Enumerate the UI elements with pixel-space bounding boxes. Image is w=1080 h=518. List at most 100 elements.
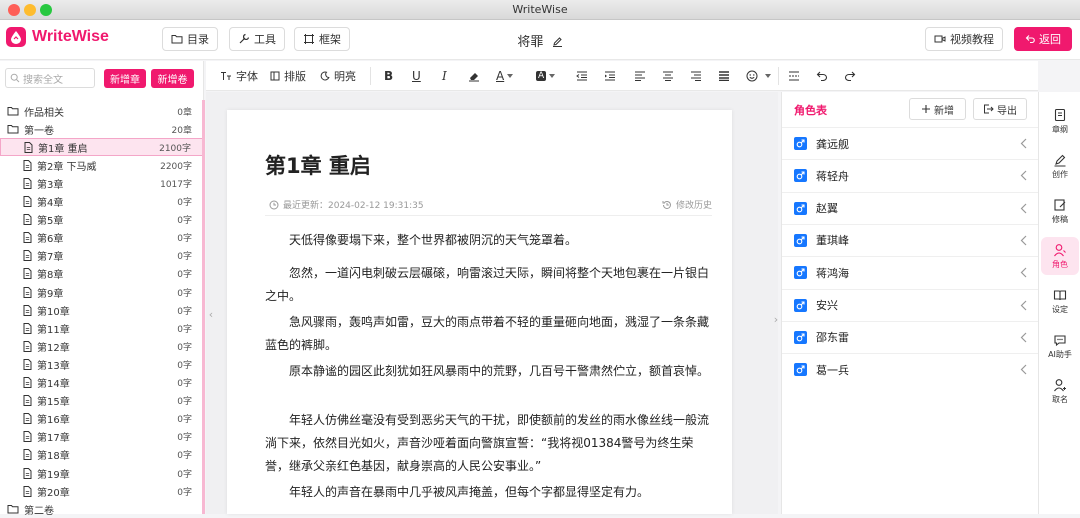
undo-button[interactable] — [816, 67, 832, 85]
character-row[interactable]: 赵翼 — [782, 191, 1039, 224]
outdent-button[interactable] — [576, 67, 592, 85]
character-name: 邵东雷 — [816, 331, 849, 345]
text-color-button[interactable]: A — [496, 67, 517, 85]
character-row[interactable]: 蒋鸿海 — [782, 256, 1039, 288]
eraser-button[interactable] — [468, 67, 484, 85]
document-icon — [23, 485, 32, 497]
rail-settings[interactable]: 设定 — [1041, 282, 1079, 320]
export-button[interactable]: 导出 — [973, 98, 1027, 120]
chapter-paragraph[interactable]: 年轻人的声音在暴雨中几乎被风声掩盖，但每个字都显得坚定有力。 — [265, 481, 711, 504]
chapter-row[interactable]: 第18章 0字 — [0, 446, 204, 464]
chapter-row[interactable]: 第4章 0字 — [0, 193, 204, 211]
chapter-paragraph[interactable]: 天低得像要塌下来，整个世界都被阴沉的天气笼罩着。 — [265, 229, 711, 252]
revision-history-button[interactable]: 修改历史 — [662, 198, 712, 211]
folder-row[interactable]: 作品相关 0章 — [0, 102, 204, 120]
add-chapter-button[interactable]: 新增章 — [104, 69, 146, 88]
character-row[interactable]: 葛一兵 — [782, 353, 1039, 385]
character-row[interactable]: 董琪峰 — [782, 223, 1039, 256]
back-button[interactable]: 返回 — [1014, 27, 1072, 51]
folder-row[interactable]: 第一卷 20章 — [0, 120, 204, 138]
divider-insert-button[interactable] — [788, 67, 804, 85]
chapter-row[interactable]: 第17章 0字 — [0, 428, 204, 446]
brightness-button[interactable]: 明亮 — [320, 67, 356, 85]
character-row[interactable]: 蒋轻舟 — [782, 159, 1039, 191]
chapter-title[interactable]: 第1章 重启 — [265, 150, 371, 180]
chapter-paragraph[interactable]: 年轻人仿佛丝毫没有受到恶劣天气的干扰，即使额前的发丝的雨水像丝线一般流淌下来，依… — [265, 409, 711, 478]
chapter-paragraph[interactable]: 忽然，一道闪电刺破云层碾磙，响雷滚过天际，瞬间将整个天地包裹在一片银白之中。 — [265, 262, 711, 308]
chapter-label: 第5章 — [37, 216, 64, 228]
document-icon — [23, 304, 32, 316]
chapter-row[interactable]: 第1章 重启 2100字 — [0, 138, 204, 157]
rail-ai-assistant[interactable]: AI助手 — [1041, 327, 1079, 365]
video-tutorial-button[interactable]: 视频教程 — [925, 27, 1003, 51]
rail-outline[interactable]: 章纲 — [1041, 102, 1079, 140]
bold-button[interactable]: B — [384, 67, 393, 85]
chapter-row[interactable]: 第12章 0字 — [0, 337, 204, 355]
chevron-left-icon[interactable] — [1020, 170, 1027, 181]
folder-icon — [7, 505, 19, 514]
chevron-left-icon[interactable] — [1020, 267, 1027, 278]
chapter-paragraph[interactable]: 原本静谧的园区此刻犹如狂风暴雨中的荒野，几百号干警肃然伫立，额首哀悼。 — [265, 360, 711, 383]
rail-create[interactable]: 创作 — [1041, 147, 1079, 185]
layout-button[interactable]: 排版 — [270, 67, 306, 85]
rail-characters[interactable]: 角色 — [1041, 237, 1079, 275]
rail-revise[interactable]: 修稿 — [1041, 192, 1079, 230]
chapter-label: 第8章 — [37, 270, 64, 282]
folder-row[interactable]: 第二卷 — [0, 500, 204, 518]
chapter-row[interactable]: 第20章 0字 — [0, 482, 204, 500]
chevron-left-icon[interactable] — [1020, 235, 1027, 246]
redo-button[interactable] — [844, 67, 860, 85]
pencil-icon[interactable] — [552, 36, 563, 47]
underline-button[interactable]: U — [412, 67, 421, 85]
justify-button[interactable] — [718, 67, 734, 85]
chapter-word-count: 0字 — [177, 252, 192, 263]
chevron-left-icon[interactable] — [1020, 138, 1027, 149]
document-icon — [23, 250, 32, 262]
edit-icon — [1054, 198, 1066, 211]
chapter-row[interactable]: 第11章 0字 — [0, 319, 204, 337]
collapse-right-handle[interactable]: › — [771, 308, 781, 330]
chevron-left-icon[interactable] — [1020, 300, 1027, 311]
add-volume-button[interactable]: 新增卷 — [151, 69, 194, 88]
character-row[interactable]: 龚远舰 — [782, 127, 1039, 159]
align-right-button[interactable] — [690, 67, 706, 85]
horizontal-rule-icon — [789, 71, 799, 81]
character-row[interactable]: 安兴 — [782, 288, 1039, 321]
font-button[interactable]: 字体 — [220, 67, 258, 85]
chapter-row[interactable]: 第5章 0字 — [0, 211, 204, 229]
chevron-down-icon — [765, 74, 771, 78]
chapter-row[interactable]: 第6章 0字 — [0, 229, 204, 247]
male-gender-icon — [794, 137, 807, 150]
chapter-row[interactable]: 第8章 0字 — [0, 265, 204, 283]
rail-naming[interactable]: 取名 — [1041, 372, 1079, 410]
chapter-row[interactable]: 第3章 1017字 — [0, 174, 204, 192]
add-character-button[interactable]: 新增 — [909, 98, 966, 120]
indent-button[interactable] — [604, 67, 620, 85]
collapse-left-handle[interactable]: ‹ — [206, 303, 216, 325]
search-input[interactable]: 搜索全文 — [5, 68, 95, 88]
chapter-label: 第2章 下马威 — [37, 161, 97, 173]
chapter-row[interactable]: 第19章 0字 — [0, 464, 204, 482]
chapter-row[interactable]: 第14章 0字 — [0, 374, 204, 392]
chapter-row[interactable]: 第15章 0字 — [0, 392, 204, 410]
chapter-row[interactable]: 第10章 0字 — [0, 301, 204, 319]
highlight-icon: A — [536, 71, 547, 81]
align-center-button[interactable] — [662, 67, 678, 85]
chevron-left-icon[interactable] — [1020, 364, 1027, 375]
chapter-row[interactable]: 第2章 下马威 2200字 — [0, 156, 204, 174]
male-gender-icon — [794, 201, 807, 215]
emoji-button[interactable] — [746, 67, 775, 85]
chapter-row[interactable]: 第7章 0字 — [0, 247, 204, 265]
chevron-left-icon[interactable] — [1020, 332, 1027, 343]
chapter-row[interactable]: 第13章 0字 — [0, 355, 204, 373]
folder-label: 作品相关 — [24, 107, 64, 119]
chapter-row[interactable]: 第9章 0字 — [0, 283, 204, 301]
editor-page[interactable]: 第1章 重启 最近更新：2024-02-12 19:31:35 修改历史 天低得… — [227, 110, 732, 514]
chapter-paragraph[interactable]: 急风骤雨，轰鸣声如雷，豆大的雨点带着不轻的重量砸向地面，溅湿了一条条藏蓝色的裤脚… — [265, 311, 711, 357]
chevron-left-icon[interactable] — [1020, 203, 1027, 214]
highlight-color-button[interactable]: A — [536, 67, 559, 85]
align-left-button[interactable] — [634, 67, 650, 85]
italic-button[interactable]: I — [442, 67, 447, 85]
chapter-row[interactable]: 第16章 0字 — [0, 410, 204, 428]
character-row[interactable]: 邵东雷 — [782, 320, 1039, 353]
